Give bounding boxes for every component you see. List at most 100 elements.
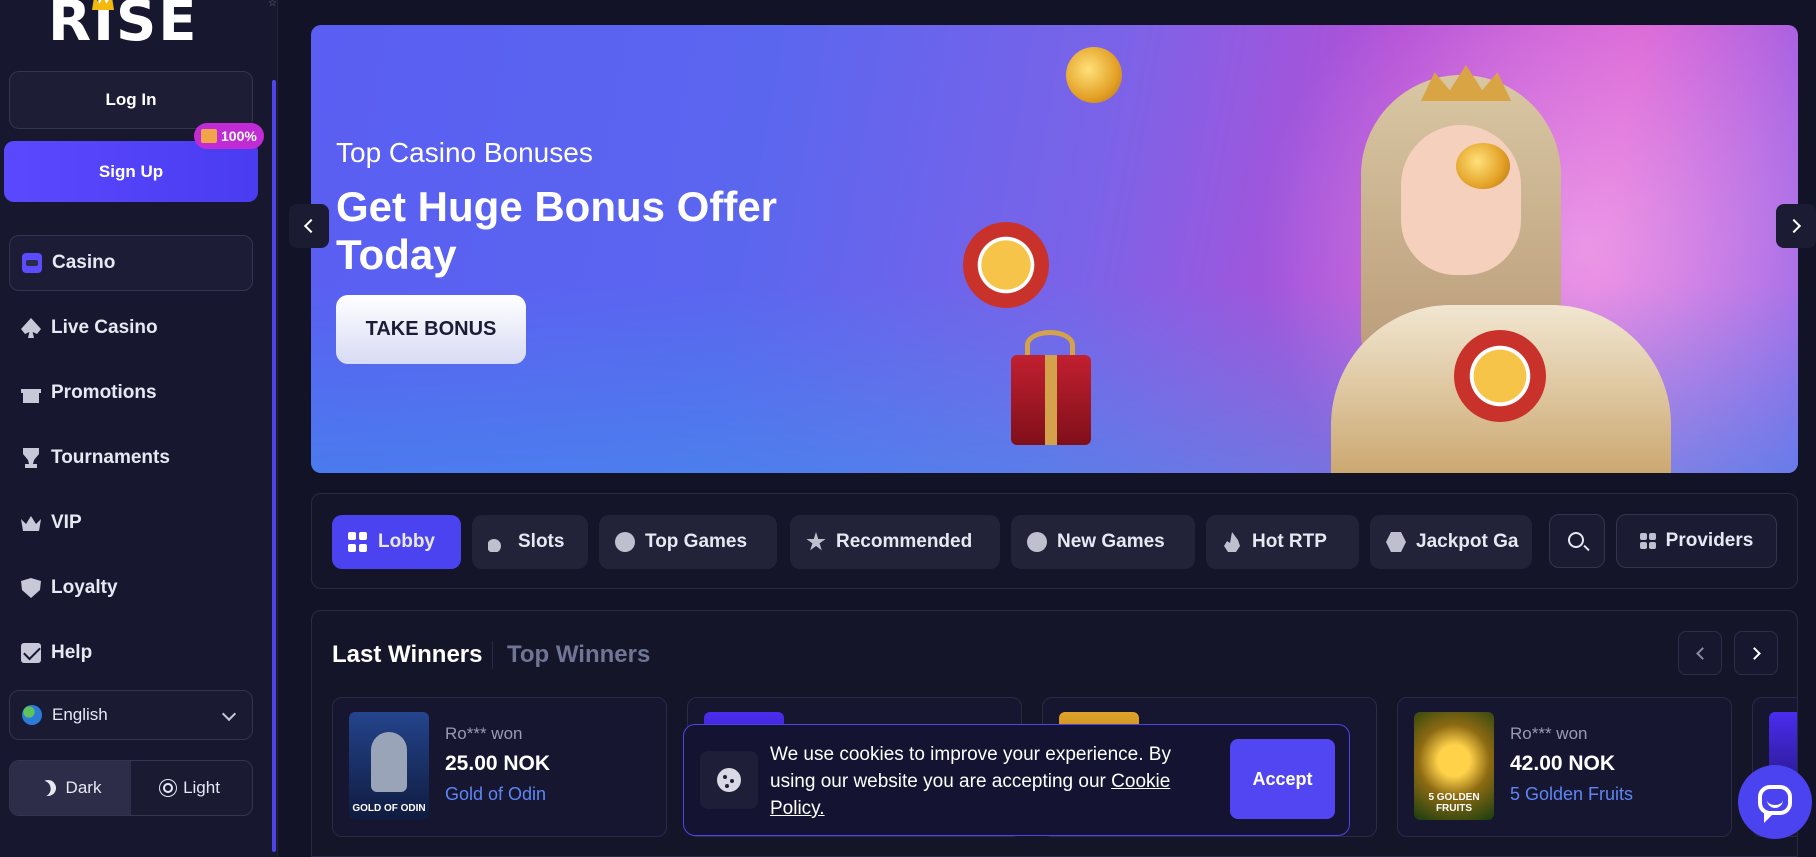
winner-card[interactable]: 5 GOLDEN FRUITS Ro*** won 42.00 NOK 5 Go… — [1397, 697, 1732, 837]
sidebar-item-help[interactable]: Help — [9, 625, 253, 681]
tab-slots[interactable]: Slots — [472, 515, 588, 569]
moon-icon — [37, 777, 59, 799]
casino-icon — [22, 253, 42, 273]
cherry-icon — [488, 539, 501, 552]
promo-banner: Top Casino Bonuses Get Huge Bonus Offer … — [311, 25, 1798, 473]
theme-light-label: Light — [183, 778, 220, 797]
sidebar-item-vip[interactable]: VIP — [9, 495, 253, 551]
tab-hot-rtp[interactable]: Hot RTP — [1206, 515, 1359, 569]
sidebar-item-label: Casino — [52, 252, 116, 273]
theme-toggle: Dark Light — [9, 760, 253, 816]
sidebar-nav: Casino Live Casino Promotions Tournament… — [9, 235, 253, 690]
chevron-right-icon — [1786, 218, 1802, 234]
sidebar: RISE ☆ Log In Sign Up 100% Casino Live C… — [0, 0, 278, 857]
app-root: RISE ☆ Log In Sign Up 100% Casino Live C… — [0, 0, 1816, 857]
gift-box-icon — [1011, 355, 1091, 445]
coin-icon — [1066, 47, 1122, 103]
sidebar-item-promotions[interactable]: Promotions — [9, 365, 253, 421]
princess-crown — [1421, 65, 1511, 101]
casino-chip-icon — [1454, 330, 1546, 422]
divider — [492, 641, 493, 669]
new-badge-icon — [1027, 532, 1047, 552]
star-icon: ☆ — [268, 0, 277, 9]
gift-icon — [21, 389, 41, 403]
winner-amount: 42.00 NOK — [1510, 752, 1616, 775]
providers-grid-icon — [1639, 533, 1656, 549]
tab-label: Recommended — [836, 531, 973, 552]
tab-new-games[interactable]: New Games — [1011, 515, 1195, 569]
live-chat-button[interactable] — [1738, 765, 1812, 839]
winner-user: Ro*** won — [1510, 724, 1588, 743]
banner-prev-button[interactable] — [289, 204, 329, 248]
search-icon — [1568, 532, 1584, 548]
banner-subtitle: Top Casino Bonuses — [336, 137, 593, 168]
tab-label: Top Games — [645, 531, 748, 552]
game-thumbnail[interactable]: 5 GOLDEN FRUITS — [1414, 712, 1494, 820]
language-label: English — [52, 705, 108, 724]
take-bonus-button[interactable]: TAKE BONUS — [336, 295, 526, 364]
sidebar-item-loyalty[interactable]: Loyalty — [9, 560, 253, 616]
sidebar-item-tournaments[interactable]: Tournaments — [9, 430, 253, 486]
sidebar-item-label: Live Casino — [51, 317, 158, 338]
theme-light-button[interactable]: Light — [131, 761, 252, 815]
search-button[interactable] — [1549, 514, 1605, 568]
signup-button[interactable]: Sign Up — [4, 141, 258, 202]
providers-label: Providers — [1665, 530, 1754, 551]
winners-prev-button[interactable] — [1678, 631, 1722, 675]
game-thumbnail[interactable]: GOLD OF ODIN — [349, 712, 429, 820]
banner-next-button[interactable] — [1776, 204, 1816, 248]
signup-bonus-badge: 100% — [194, 123, 264, 149]
globe-icon — [22, 705, 42, 725]
tab-lobby[interactable]: Lobby — [332, 515, 461, 569]
spade-icon — [21, 318, 41, 338]
coin-icon — [1456, 143, 1510, 189]
sidebar-item-label: Tournaments — [51, 447, 170, 468]
theme-dark-label: Dark — [65, 778, 102, 797]
sidebar-scrollbar[interactable] — [272, 80, 276, 852]
winner-game-link[interactable]: Gold of Odin — [445, 784, 546, 805]
chevron-left-icon — [303, 218, 319, 234]
language-select[interactable]: English — [9, 690, 253, 740]
tab-recommended[interactable]: Recommended — [790, 515, 1000, 569]
brand-logo[interactable]: RISE — [48, 0, 228, 56]
winner-card[interactable]: GOLD OF ODIN Ro*** won 25.00 NOK Gold of… — [332, 697, 667, 837]
crown-icon — [21, 516, 41, 531]
star-icon — [806, 532, 826, 551]
sun-icon — [163, 783, 174, 793]
tab-top-winners[interactable]: Top Winners — [507, 641, 650, 669]
theme-dark-button[interactable]: Dark — [10, 761, 131, 815]
sidebar-item-live-casino[interactable]: Live Casino — [9, 300, 253, 356]
hexagon-icon — [1386, 532, 1406, 552]
sidebar-item-label: Promotions — [51, 382, 157, 403]
thumbnail-label: 5 GOLDEN FRUITS — [1428, 792, 1480, 814]
accept-cookies-button[interactable]: Accept — [1230, 739, 1335, 819]
trophy-icon — [23, 448, 39, 468]
medal-icon — [615, 532, 635, 552]
tab-label: New Games — [1057, 531, 1165, 552]
sidebar-item-label: Loyalty — [51, 577, 118, 598]
sidebar-item-casino[interactable]: Casino — [9, 235, 253, 291]
providers-button[interactable]: Providers — [1616, 514, 1777, 568]
login-button[interactable]: Log In — [9, 71, 253, 129]
fire-icon — [1224, 532, 1240, 552]
cookie-message: We use cookies to improve your experienc… — [770, 741, 1190, 822]
chat-icon — [1758, 785, 1792, 815]
princess-face — [1401, 125, 1521, 275]
cookie-banner: We use cookies to improve your experienc… — [683, 724, 1350, 836]
gift-icon — [201, 129, 217, 143]
logo-text: RISE — [48, 0, 199, 54]
cookie-icon — [717, 768, 741, 792]
crown-logo-icon — [92, 0, 114, 10]
mail-icon — [21, 643, 41, 663]
chevron-down-icon — [221, 706, 237, 722]
tab-last-winners[interactable]: Last Winners — [332, 641, 482, 669]
winner-user: Ro*** won — [445, 724, 523, 743]
tab-top-games[interactable]: Top Games — [599, 515, 777, 569]
winners-next-button[interactable] — [1734, 631, 1778, 675]
tab-jackpot-games[interactable]: Jackpot Ga — [1370, 515, 1532, 569]
shield-icon — [21, 578, 41, 598]
tab-label: Hot RTP — [1252, 531, 1327, 552]
signup-badge-label: 100% — [221, 128, 257, 144]
cookie-icon-box — [700, 751, 758, 809]
winner-game-link[interactable]: 5 Golden Fruits — [1510, 784, 1633, 805]
